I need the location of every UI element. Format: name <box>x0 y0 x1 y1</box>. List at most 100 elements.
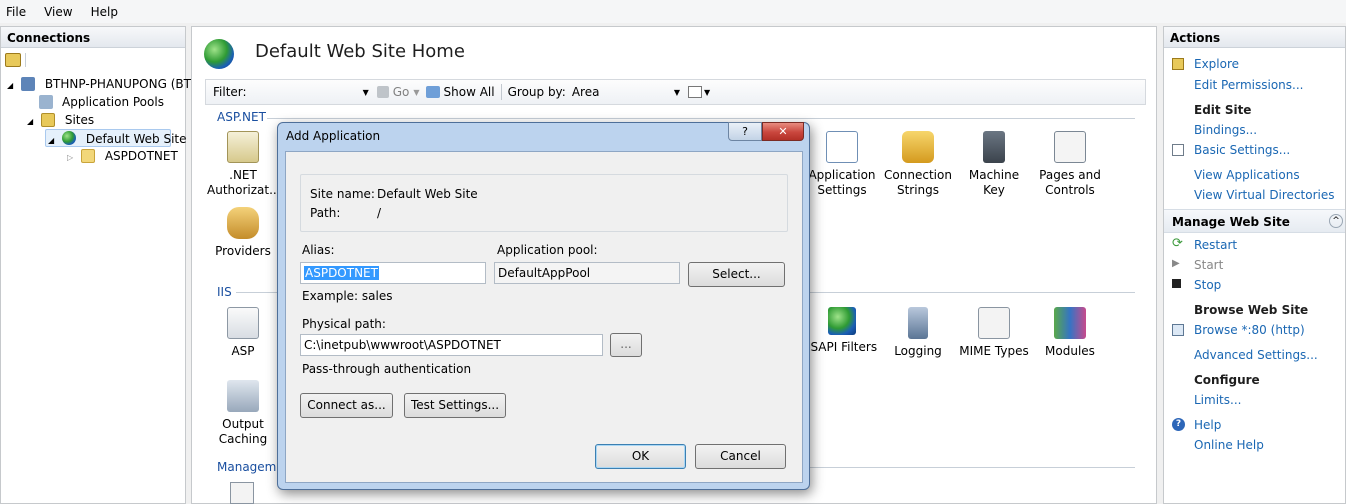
physical-path-input[interactable]: C:\inetpub\wwwroot\ASPDOTNET <box>300 334 603 356</box>
action-stop[interactable]: Stop <box>1194 278 1221 292</box>
tree-item-aspdotnet[interactable]: ▷ ASPDOTNET <box>67 147 178 165</box>
tree-item-sites[interactable]: ◢ Sites <box>27 111 94 129</box>
expand-arrow-icon[interactable]: ◢ <box>48 132 60 150</box>
pages-and-controls-icon <box>1054 131 1086 163</box>
connection-strings-icon <box>902 131 934 163</box>
collapse-arrow-icon[interactable]: ▷ <box>67 149 79 167</box>
feature-label: Application Settings <box>808 168 876 197</box>
authorization-icon <box>227 131 259 163</box>
alias-label: Alias: <box>302 243 335 257</box>
menu-view[interactable]: View <box>44 5 72 19</box>
feature-label: ASP <box>231 344 255 358</box>
cancel-button[interactable]: Cancel <box>695 444 786 469</box>
go-icon <box>376 86 389 98</box>
feature-asp[interactable]: ASP <box>207 307 279 359</box>
browse-path-button[interactable]: ... <box>610 333 642 357</box>
show-all-button[interactable]: Show All <box>444 85 495 99</box>
section-divider <box>267 118 1135 119</box>
feature-label: Logging <box>894 344 942 358</box>
start-icon: ▶ <box>1172 258 1180 269</box>
group-by-select[interactable]: Area <box>572 85 674 99</box>
alias-input-selected-text: ASPDOTNET <box>304 266 379 280</box>
actions-heading-edit-site: Edit Site <box>1194 103 1252 117</box>
feature-isapi-filters[interactable]: ISAPI Filters <box>806 307 878 355</box>
browse-icon <box>1172 324 1184 336</box>
providers-icon <box>227 207 259 239</box>
alias-input[interactable]: ASPDOTNET <box>300 262 486 284</box>
action-advanced-settings[interactable]: Advanced Settings... <box>1194 348 1318 362</box>
filter-label: Filter: <box>213 85 247 99</box>
feature-output-caching[interactable]: Output Caching <box>207 380 279 447</box>
view-dropdown-icon[interactable]: ▼ <box>704 88 710 97</box>
filter-bar: Filter: ▼ Go ▼ Show All Group by: Area ▼… <box>205 79 1146 105</box>
action-view-virtual-directories[interactable]: View Virtual Directories <box>1194 188 1335 202</box>
tree-item-label: Application Pools <box>62 95 164 109</box>
section-divider <box>792 467 1135 468</box>
feature-connection-strings[interactable]: Connection Strings <box>882 131 954 198</box>
folder-icon <box>81 149 95 163</box>
feature-pages-and-controls[interactable]: Pages and Controls <box>1034 131 1106 198</box>
expand-arrow-icon[interactable]: ◢ <box>7 77 21 95</box>
sites-icon <box>41 113 55 127</box>
physical-path-label: Physical path: <box>302 317 386 331</box>
ok-button[interactable]: OK <box>595 444 686 469</box>
site-info-group: Site name: Default Web Site Path: / <box>300 174 788 232</box>
section-iis[interactable]: IIS <box>217 285 232 299</box>
section-management[interactable]: Manageme <box>217 460 284 474</box>
test-settings-button[interactable]: Test Settings... <box>404 393 506 418</box>
feature-providers[interactable]: Providers <box>207 207 279 259</box>
menu-file[interactable]: File <box>6 5 26 19</box>
action-limits[interactable]: Limits... <box>1194 393 1241 407</box>
tree-item-label: ASPDOTNET <box>104 149 178 163</box>
tree-item-label: Sites <box>64 113 95 127</box>
tree-item-server[interactable]: ◢ BTHNP-PHANUPONG (BT( <box>7 75 196 93</box>
menu-help[interactable]: Help <box>91 5 118 19</box>
feature-application-settings[interactable]: Application Settings <box>806 131 878 198</box>
toolbar-divider <box>25 53 26 67</box>
close-button[interactable]: ✕ <box>762 122 804 141</box>
action-edit-permissions[interactable]: Edit Permissions... <box>1194 78 1303 92</box>
connect-as-button[interactable]: Connect as... <box>300 393 393 418</box>
action-bindings[interactable]: Bindings... <box>1194 123 1257 137</box>
action-start: Start <box>1194 258 1224 272</box>
feature-net-authorization[interactable]: .NET Authorizat... <box>207 131 281 198</box>
select-button[interactable]: Select... <box>688 262 785 287</box>
feature-modules[interactable]: Modules <box>1034 307 1106 359</box>
section-aspnet[interactable]: ASP.NET <box>217 110 266 124</box>
action-browse-80[interactable]: Browse *:80 (http) <box>1194 323 1305 337</box>
feature-label: MIME Types <box>959 344 1029 358</box>
collapse-icon[interactable]: ^ <box>1329 214 1343 228</box>
feature-logging[interactable]: Logging <box>882 307 954 359</box>
feature-machine-key[interactable]: Machine Key <box>958 131 1030 198</box>
filter-dropdown-icon[interactable]: ▼ <box>363 88 369 97</box>
group-by-dropdown-icon[interactable]: ▼ <box>674 88 680 97</box>
asp-icon <box>227 307 259 339</box>
action-online-help[interactable]: Online Help <box>1194 438 1264 452</box>
management-feature-icon[interactable] <box>230 482 254 504</box>
tree-item-label: BTHNP-PHANUPONG (BT( <box>44 77 196 91</box>
view-icon[interactable] <box>688 86 702 98</box>
site-name-label: Site name: <box>310 187 375 201</box>
menu-bar: File View Help <box>0 0 1346 23</box>
feature-mime-types[interactable]: MIME Types <box>958 307 1030 359</box>
action-help[interactable]: Help <box>1194 418 1221 432</box>
feature-label: Output Caching <box>218 417 268 446</box>
group-by-label: Group by: <box>507 85 566 99</box>
connect-icon[interactable] <box>5 53 21 67</box>
expand-arrow-icon[interactable]: ◢ <box>27 113 39 131</box>
help-title-button[interactable]: ? <box>728 122 762 141</box>
manage-web-site-group[interactable]: Manage Web Site ^ <box>1164 209 1345 233</box>
action-restart[interactable]: Restart <box>1194 238 1237 252</box>
go-dropdown-icon[interactable]: ▼ <box>413 88 419 97</box>
tree-item-application-pools[interactable]: Application Pools <box>35 93 164 111</box>
action-view-applications[interactable]: View Applications <box>1194 168 1300 182</box>
explore-icon <box>1172 58 1184 70</box>
filter-input[interactable] <box>247 83 363 101</box>
path-value: / <box>377 206 382 220</box>
machine-key-icon <box>983 131 1005 163</box>
go-button[interactable]: Go <box>393 85 410 99</box>
action-explore[interactable]: Explore <box>1194 57 1239 71</box>
tree-item-default-web-site[interactable]: ◢ Default Web Site <box>45 129 187 150</box>
action-basic-settings[interactable]: Basic Settings... <box>1194 143 1290 157</box>
help-icon: ? <box>1172 418 1185 431</box>
